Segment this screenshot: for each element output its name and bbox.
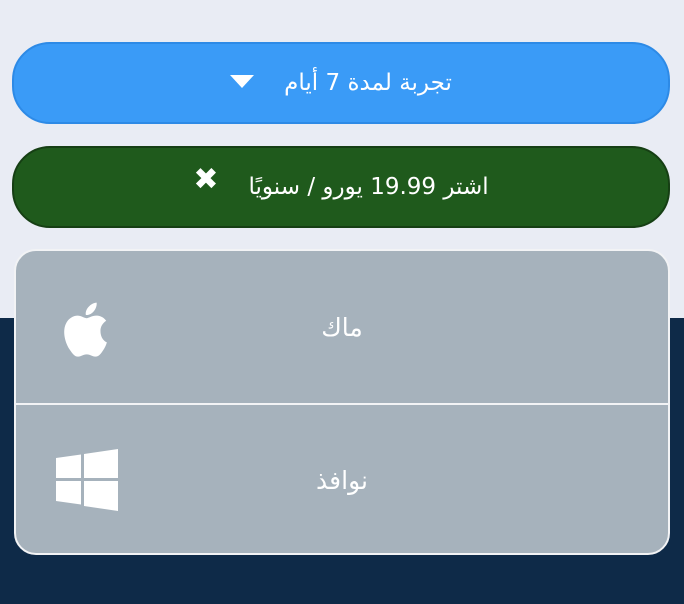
buy-button[interactable]: اشتر 19.99 يورو / سنويًا ✖ [12, 146, 670, 228]
buy-button-label: اشتر 19.99 يورو / سنويًا [248, 174, 489, 200]
trial-button[interactable]: تجربة لمدة 7 أيام [12, 42, 670, 124]
platform-item-windows[interactable]: نوافذ [16, 403, 668, 553]
trial-button-label: تجربة لمدة 7 أيام [284, 70, 452, 96]
platform-label-windows: نوافذ [316, 465, 368, 495]
platform-label-mac: ماك [321, 312, 363, 342]
close-icon[interactable]: ✖ [193, 165, 218, 195]
platform-dropdown: ماك نوافذ [14, 249, 670, 555]
platform-item-mac[interactable]: ماك [16, 251, 668, 403]
caret-down-icon [230, 74, 255, 88]
